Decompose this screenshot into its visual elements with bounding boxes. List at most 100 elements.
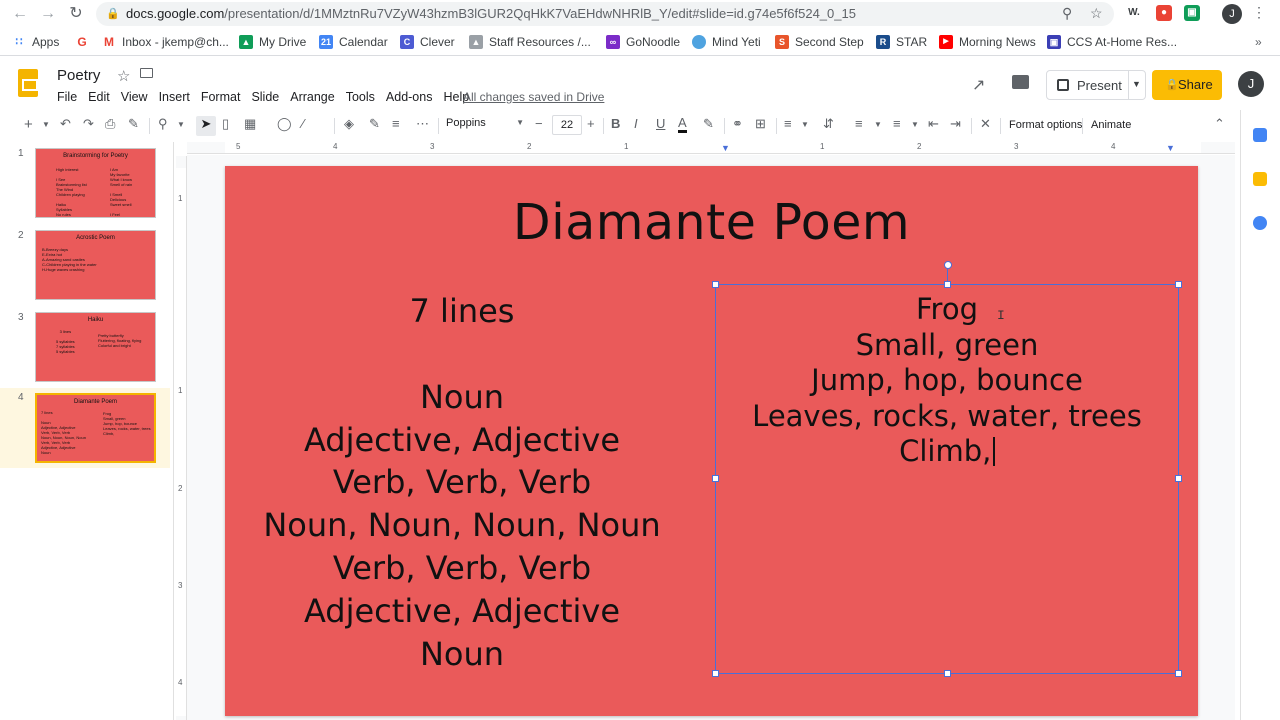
bookmark-ccs[interactable]: ▣ CCS At-Home Res... xyxy=(1047,35,1177,49)
horizontal-ruler[interactable]: 5 4 3 2 1 1 2 3 4 ▼ ▼ xyxy=(187,142,1235,154)
undo-icon[interactable]: ↶ xyxy=(60,116,71,132)
slide-thumbnail[interactable]: Acrostic Poem B-Breezy days E-Extra hot … xyxy=(35,230,156,300)
rotate-handle[interactable] xyxy=(944,261,952,269)
menu-tools[interactable]: Tools xyxy=(346,90,375,104)
forward-arrow-icon[interactable]: → xyxy=(38,4,58,24)
menu-add-ons[interactable]: Add-ons xyxy=(386,90,433,104)
text-box-icon[interactable]: ▯ xyxy=(222,116,229,132)
zoom-icon[interactable]: ⚲ xyxy=(158,116,168,132)
document-title[interactable]: Poetry xyxy=(57,67,100,84)
left-text-box[interactable]: 7 lines Noun Adjective, Adjective Verb, … xyxy=(245,290,679,675)
decrease-indent-icon[interactable]: ⇤ xyxy=(928,116,939,132)
underline-icon[interactable]: U xyxy=(656,116,665,131)
fill-color-icon[interactable]: ◈ xyxy=(344,116,354,132)
bookmark-inbox[interactable]: M Inbox - jkemp@ch... xyxy=(102,35,229,49)
increase-font-size-icon[interactable]: + xyxy=(587,116,595,131)
select-cursor-icon[interactable]: ➤ xyxy=(196,116,216,136)
bookmark-star-icon[interactable]: ☆ xyxy=(1090,5,1103,22)
increase-indent-icon[interactable]: ⇥ xyxy=(950,116,961,132)
slide[interactable]: Diamante Poem 7 lines Noun Adjective, Ad… xyxy=(225,166,1198,716)
menu-arrange[interactable]: Arrange xyxy=(290,90,334,104)
redo-icon[interactable]: ↷ xyxy=(83,116,94,132)
slide-thumbnail-row[interactable]: 1 Brainstorming for Poetry High interest… xyxy=(0,142,170,218)
bookmark-clever[interactable]: C Clever xyxy=(400,35,455,49)
extension-w-icon[interactable]: W. xyxy=(1126,5,1142,21)
align-dropdown-icon[interactable]: ▼ xyxy=(801,120,809,129)
print-icon[interactable]: ⎙ xyxy=(105,116,115,132)
bold-icon[interactable]: B xyxy=(611,116,620,131)
decrease-font-size-icon[interactable]: − xyxy=(535,116,543,131)
numbered-list-dropdown-icon[interactable]: ▼ xyxy=(874,120,882,129)
resize-handle-top-left[interactable] xyxy=(712,281,719,288)
resize-handle-bottom-left[interactable] xyxy=(712,670,719,677)
chevron-down-icon[interactable]: ▼ xyxy=(1132,79,1141,89)
right-indent-marker-icon[interactable]: ▼ xyxy=(1166,143,1175,153)
bookmark-mind-yeti[interactable]: Mind Yeti xyxy=(692,35,761,49)
slide-thumbnail[interactable]: Haiku 3 lines 5 syllables 7 syllables 5 … xyxy=(35,312,156,382)
poem-lines[interactable]: Frog Small, green Jump, hop, bounce Leav… xyxy=(716,292,1178,470)
address-bar[interactable]: 🔒 docs.google.com/presentation/d/1MMztnR… xyxy=(96,2,1114,26)
resize-handle-bottom[interactable] xyxy=(944,670,951,677)
comment-icon[interactable] xyxy=(1012,75,1029,89)
menu-insert[interactable]: Insert xyxy=(159,90,190,104)
slide-title[interactable]: Diamante Poem xyxy=(225,194,1198,251)
resize-handle-top[interactable] xyxy=(944,281,951,288)
bookmark-gonoodle[interactable]: ∞ GoNoodle xyxy=(606,35,680,49)
slide-thumbnail-row-selected[interactable]: 4 Diamante Poem 7 lines Noun Adjective, … xyxy=(0,388,170,468)
animate-button[interactable]: Animate xyxy=(1091,119,1131,131)
slide-thumbnail[interactable]: Brainstorming for Poetry High interest I… xyxy=(35,148,156,218)
move-folder-icon[interactable] xyxy=(140,68,153,78)
account-avatar[interactable]: J xyxy=(1238,71,1264,97)
resize-handle-right[interactable] xyxy=(1175,475,1182,482)
text-color-icon[interactable]: A xyxy=(678,116,687,133)
border-weight-icon[interactable]: ≡ xyxy=(392,116,400,131)
menu-view[interactable]: View xyxy=(121,90,148,104)
menu-slide[interactable]: Slide xyxy=(251,90,279,104)
browser-menu-icon[interactable]: ⋮ xyxy=(1252,4,1266,21)
keep-addon-icon[interactable] xyxy=(1253,172,1267,186)
bookmark-apps[interactable]: ∷ Apps xyxy=(12,35,59,49)
save-status[interactable]: All changes saved in Drive xyxy=(463,90,604,104)
share-button[interactable]: 🔒 Share xyxy=(1152,70,1222,100)
back-arrow-icon[interactable]: ← xyxy=(10,4,30,24)
poem-text-box-selected[interactable]: Frog Small, green Jump, hop, bounce Leav… xyxy=(712,261,1182,677)
bulleted-list-dropdown-icon[interactable]: ▼ xyxy=(911,120,919,129)
present-button[interactable]: Present ▼ xyxy=(1046,70,1146,100)
chevron-up-icon[interactable]: ⌃ xyxy=(1214,116,1225,132)
image-icon[interactable]: ▦ xyxy=(244,116,256,132)
clear-formatting-icon[interactable]: ✕ xyxy=(980,116,991,132)
align-icon[interactable]: ≡ xyxy=(784,116,792,131)
bookmark-calendar[interactable]: 21 Calendar xyxy=(319,35,388,49)
zoom-icon[interactable]: ⚲ xyxy=(1062,5,1072,22)
shape-icon[interactable]: ◯ xyxy=(277,116,292,132)
menu-file[interactable]: File xyxy=(57,90,77,104)
more-bookmarks-icon[interactable]: » xyxy=(1255,35,1262,49)
resize-handle-top-right[interactable] xyxy=(1175,281,1182,288)
menu-edit[interactable]: Edit xyxy=(88,90,110,104)
highlight-color-icon[interactable]: ✎ xyxy=(703,116,714,132)
bookmark-google[interactable]: G xyxy=(75,35,95,49)
calendar-addon-icon[interactable] xyxy=(1253,128,1267,142)
reload-icon[interactable]: ↻ xyxy=(66,4,86,24)
slide-thumbnail-row[interactable]: 3 Haiku 3 lines 5 syllables 7 syllables … xyxy=(0,306,170,382)
line-icon[interactable]: ∕ xyxy=(302,116,304,131)
star-icon[interactable]: ☆ xyxy=(117,67,130,85)
numbered-list-icon[interactable]: ≡ xyxy=(855,116,863,131)
format-options-button[interactable]: Format options xyxy=(1009,119,1082,131)
tasks-addon-icon[interactable] xyxy=(1253,216,1267,230)
line-spacing-icon[interactable]: ⇵ xyxy=(823,116,834,132)
insert-link-icon[interactable]: ⚭ xyxy=(732,116,743,132)
font-size-input[interactable]: 22 xyxy=(552,115,582,135)
vertical-ruler[interactable]: 1 1 2 3 4 xyxy=(176,156,187,720)
slides-logo-icon[interactable] xyxy=(18,69,38,97)
zoom-dropdown-icon[interactable]: ▼ xyxy=(177,120,185,129)
border-dash-icon[interactable]: ⋯ xyxy=(416,116,429,132)
extension-red-icon[interactable]: ● xyxy=(1156,5,1172,21)
resize-handle-left[interactable] xyxy=(712,475,719,482)
paint-format-icon[interactable]: ✎ xyxy=(128,116,139,132)
slide-thumbnail[interactable]: Diamante Poem 7 lines Noun Adjective, Ad… xyxy=(35,393,156,463)
slide-thumbnail-row[interactable]: 2 Acrostic Poem B-Breezy days E-Extra ho… xyxy=(0,224,170,300)
add-comment-icon[interactable]: ⊞ xyxy=(755,116,766,132)
activity-trend-icon[interactable]: ↗ xyxy=(972,75,985,95)
new-slide-icon[interactable]: + xyxy=(24,116,33,133)
